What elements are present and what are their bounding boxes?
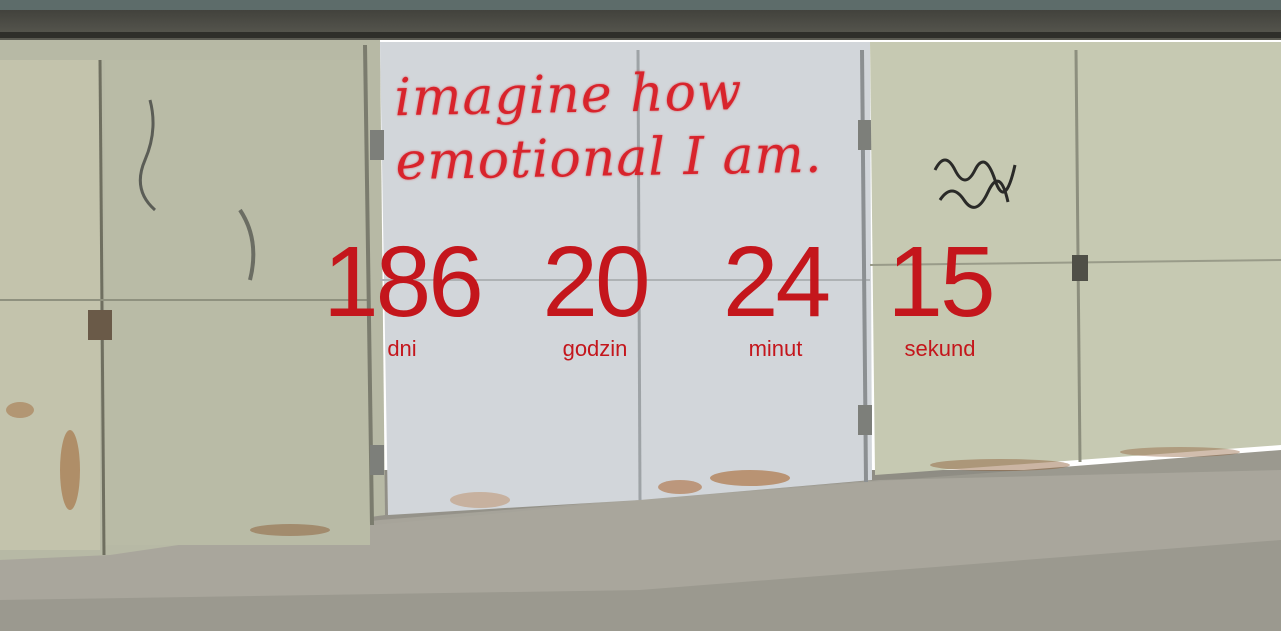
countdown-seconds: 15 sekund — [880, 232, 1000, 362]
countdown-timer: 186 dni 20 godzin 24 minut 15 sekund — [0, 232, 1281, 372]
days-value: 186 — [323, 226, 484, 338]
countdown-minutes: 24 minut — [703, 232, 848, 362]
graffiti-text: imagine how emotional I am. — [394, 58, 876, 194]
days-label: dni — [387, 336, 417, 361]
seconds-value: 15 — [887, 226, 995, 338]
minutes-label: minut — [748, 336, 803, 361]
hours-label: godzin — [562, 336, 628, 361]
hours-value: 20 — [542, 226, 650, 338]
countdown-days: 186 dni — [322, 226, 484, 362]
graffiti-line-2: emotional I am. — [395, 124, 823, 193]
minutes-value: 24 — [722, 226, 831, 338]
countdown-hours: 20 godzin — [520, 232, 670, 362]
seconds-label: sekund — [904, 336, 976, 361]
graffiti-line-1: imagine how — [393, 62, 743, 129]
